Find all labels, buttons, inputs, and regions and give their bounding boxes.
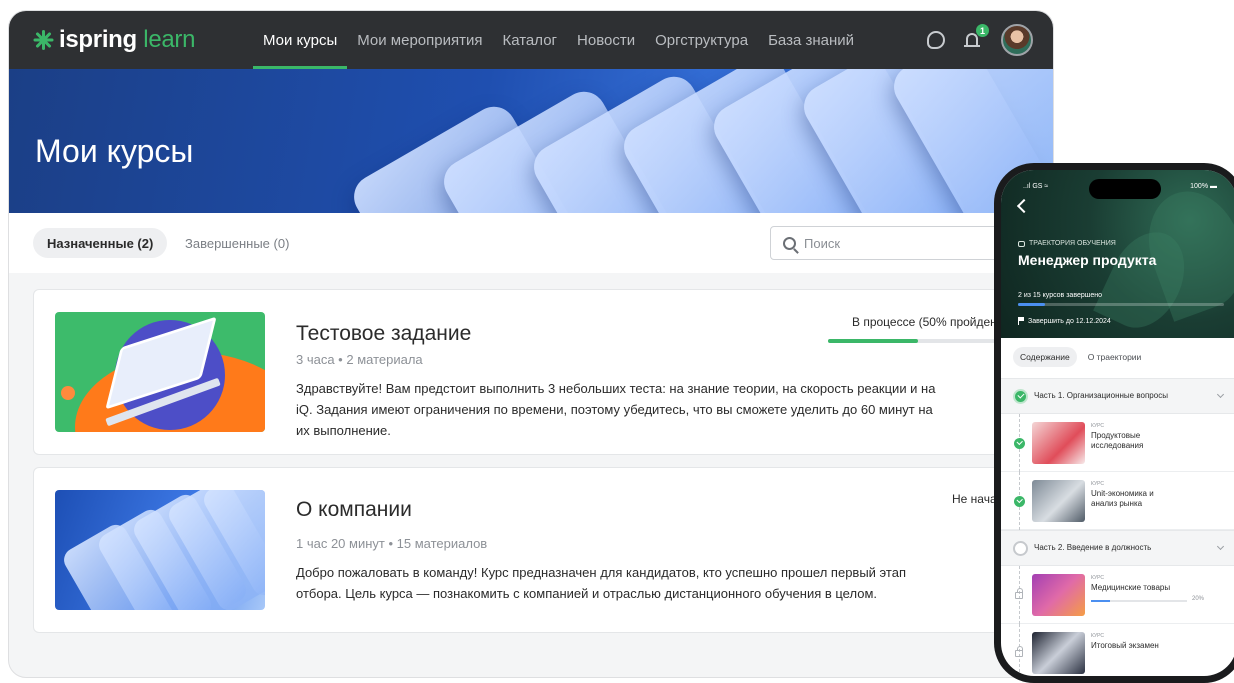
check-icon (1014, 438, 1025, 449)
section-title: Часть 2. Введение в должность (1034, 543, 1152, 552)
item-kind: КУРС (1091, 575, 1105, 581)
top-navigation-bar: ispring learn Мои курсы Мои мероприятия … (9, 11, 1053, 69)
back-arrow-icon[interactable] (1016, 198, 1032, 214)
ispring-learn-logo[interactable]: ispring learn (33, 26, 195, 54)
section-title: Часть 1. Организационные вопросы (1034, 391, 1168, 400)
course-status: Не нача (952, 492, 997, 506)
lock-icon (1015, 646, 1023, 657)
lock-icon (1015, 588, 1023, 599)
top-icons: 1 (927, 11, 1033, 69)
item-progress-label: 20% (1192, 596, 1205, 602)
nav-item-knowledge-base[interactable]: База знаний (758, 11, 864, 69)
course-description: Добро пожаловать в команду! Курс предназ… (296, 565, 906, 601)
trajectory-progress-fill (1018, 303, 1046, 306)
item-progress-fill (1091, 600, 1111, 602)
tab-about-trajectory[interactable]: О траектории (1081, 347, 1149, 367)
flag-icon (1018, 317, 1024, 325)
deadline-label: Завершить до 12.12.2024 (1028, 317, 1111, 325)
item-progress-bar (1091, 600, 1187, 602)
nav-item-my-courses[interactable]: Мои курсы (253, 11, 348, 69)
notification-badge: 1 (976, 24, 989, 37)
empty-circle-icon (1013, 541, 1028, 556)
trajectory-progress-bar (1018, 303, 1224, 306)
phone-notch (1089, 179, 1161, 199)
course-title[interactable]: О компании (296, 498, 412, 522)
item-name: Продуктовые исследования (1091, 431, 1144, 450)
chat-icon[interactable] (927, 31, 945, 49)
course-thumbnail (55, 490, 265, 610)
trajectory-course-item[interactable]: КУРС Итоговый экзамен (1001, 624, 1234, 676)
trajectory-course-item[interactable]: КУРС Unit-экономика и анализ рынка (1001, 472, 1234, 530)
check-icon (1014, 496, 1025, 507)
phone-screen: ..ıl GS ≈ 100% ▬ ТРАЕКТОРИЯ ОБУЧЕНИЯ Мен… (1001, 170, 1234, 676)
page-hero-banner: Мои курсы (9, 69, 1053, 213)
page-title: Мои курсы (35, 133, 194, 169)
search-input[interactable] (804, 235, 1004, 251)
course-card[interactable]: Тестовое задание 3 часа • 2 материала Зд… (33, 289, 1053, 455)
route-icon (1018, 240, 1025, 247)
desktop-window: ispring learn Мои курсы Мои мероприятия … (8, 10, 1054, 678)
nav-item-news[interactable]: Новости (567, 11, 645, 69)
trajectory-course-item[interactable]: КУРС Продуктовые исследования (1001, 414, 1234, 472)
trajectory-kind: ТРАЕКТОРИЯ ОБУЧЕНИЯ (1018, 240, 1116, 247)
course-thumbnail (1032, 574, 1085, 616)
nav-item-catalog[interactable]: Каталог (492, 11, 567, 69)
trajectory-title: Менеджер продукта (1018, 252, 1157, 268)
course-thumbnail (1032, 480, 1085, 522)
course-meta: 1 час 20 минут • 15 материалов (296, 536, 488, 551)
main-nav: Мои курсы Мои мероприятия Каталог Новост… (253, 11, 864, 69)
course-meta: 3 часа • 2 материала (296, 352, 423, 367)
phone-status-right: 100% ▬ (1190, 183, 1217, 190)
trajectory-progress-text: 2 из 15 курсов завершено (1018, 292, 1103, 299)
phone-tabs: Содержание О траектории (1013, 347, 1148, 367)
course-thumbnail (1032, 632, 1085, 674)
bell-icon (964, 33, 980, 47)
course-tabs-bar: Назначенные (2) Завершенные (0) (9, 213, 1053, 273)
tab-completed[interactable]: Завершенные (0) (171, 228, 303, 258)
search-icon (783, 236, 796, 250)
item-kind: КУРС (1091, 423, 1105, 429)
item-kind: КУРС (1091, 633, 1105, 639)
item-name: Итоговый экзамен (1091, 641, 1159, 650)
item-kind: КУРС (1091, 481, 1105, 487)
trajectory-deadline: Завершить до 12.12.2024 (1018, 317, 1111, 325)
tab-contents[interactable]: Содержание (1013, 347, 1077, 367)
trajectory-header: ..ıl GS ≈ 100% ▬ ТРАЕКТОРИЯ ОБУЧЕНИЯ Мен… (1001, 170, 1234, 341)
course-status: В процессе (50% пройден (852, 315, 997, 329)
course-thumbnail (1032, 422, 1085, 464)
trajectory-course-item[interactable]: КУРС Медицинские товары 20% (1001, 566, 1234, 624)
item-name: Медицинские товары (1091, 583, 1171, 592)
course-title[interactable]: Тестовое задание (296, 322, 471, 346)
chevron-down-icon (1216, 390, 1225, 399)
chevron-down-icon (1216, 542, 1225, 551)
course-progress-fill (828, 339, 918, 343)
avatar[interactable] (1001, 24, 1033, 56)
course-thumbnail (55, 312, 265, 432)
course-description: Здравствуйте! Вам предстоит выполнить 3 … (296, 381, 936, 438)
logo-text: ispring learn (59, 26, 196, 53)
item-name: Unit-экономика и анализ рынка (1091, 489, 1154, 508)
phone-mockup: ..ıl GS ≈ 100% ▬ ТРАЕКТОРИЯ ОБУЧЕНИЯ Мен… (994, 163, 1234, 683)
trajectory-kind-label: ТРАЕКТОРИЯ ОБУЧЕНИЯ (1029, 240, 1116, 247)
nav-item-my-events[interactable]: Мои мероприятия (347, 11, 492, 69)
course-card[interactable]: О компании 1 час 20 минут • 15 материало… (33, 467, 1053, 633)
tab-assigned[interactable]: Назначенные (2) (33, 228, 168, 258)
nav-item-org-structure[interactable]: Оргструктура (645, 11, 758, 69)
course-progress-bar (828, 339, 1008, 343)
notifications-button[interactable]: 1 (963, 24, 989, 50)
phone-status-left: ..ıl GS ≈ (1023, 183, 1049, 190)
check-circle-icon (1013, 389, 1028, 404)
trajectory-section[interactable]: Часть 1. Организационные вопросы (1001, 378, 1234, 414)
trajectory-section[interactable]: Часть 2. Введение в должность (1001, 530, 1234, 566)
ispring-logo-icon (33, 30, 53, 50)
